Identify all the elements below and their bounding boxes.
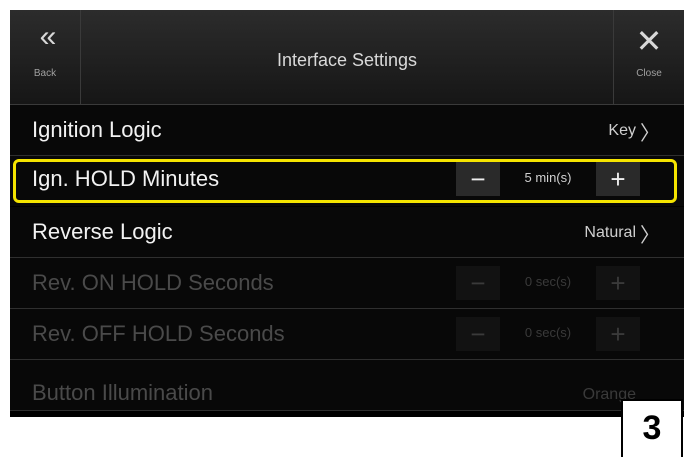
close-button[interactable]: ✕ Close xyxy=(613,10,684,104)
header-bar: « Back Interface Settings ✕ Close xyxy=(10,10,684,105)
setting-row-ign-hold-minutes: Ign. HOLD Minutes − 5 min(s) + xyxy=(10,156,684,207)
increment-button: + xyxy=(596,266,640,300)
setting-row-reverse-logic[interactable]: Reverse Logic Natural 〉 xyxy=(10,207,684,258)
decrement-button: − xyxy=(456,317,500,351)
setting-value: Key xyxy=(608,122,636,139)
setting-row-rev-on-hold-seconds: Rev. ON HOLD Seconds − 0 sec(s) + xyxy=(10,258,684,309)
step-number-badge: 3 xyxy=(621,399,683,457)
setting-value: Natural xyxy=(584,224,636,241)
close-label: Close xyxy=(636,68,662,79)
setting-label: Ignition Logic xyxy=(32,117,162,142)
stepper-value: 5 min(s) xyxy=(524,170,572,185)
setting-row-button-illumination[interactable]: Button Illumination Orange xyxy=(10,360,684,411)
close-icon: ✕ xyxy=(635,23,663,59)
setting-row-rev-off-hold-seconds: Rev. OFF HOLD Seconds − 0 sec(s) + xyxy=(10,309,684,360)
setting-row-ignition-logic[interactable]: Ignition Logic Key 〉 xyxy=(10,105,684,156)
decrement-button: − xyxy=(456,266,500,300)
setting-label: Rev. ON HOLD Seconds xyxy=(32,270,274,295)
increment-button[interactable]: + xyxy=(596,162,640,196)
chevron-right-icon: 〉 xyxy=(640,225,660,247)
back-chevron-icon: « xyxy=(39,20,57,53)
increment-button: + xyxy=(596,317,640,351)
back-button[interactable]: « Back xyxy=(10,10,81,104)
back-label: Back xyxy=(33,68,57,79)
chevron-right-icon: 〉 xyxy=(640,123,660,145)
setting-label: Reverse Logic xyxy=(32,219,173,244)
page-title: Interface Settings xyxy=(276,50,418,70)
stepper-value: 0 sec(s) xyxy=(524,325,572,340)
stepper-value: 0 sec(s) xyxy=(524,274,572,289)
head-unit-screen: « Back Interface Settings ✕ Close Igniti… xyxy=(10,10,684,417)
decrement-button[interactable]: − xyxy=(456,162,500,196)
setting-label: Ign. HOLD Minutes xyxy=(32,166,220,191)
setting-label: Button Illumination xyxy=(32,380,213,405)
setting-label: Rev. OFF HOLD Seconds xyxy=(32,321,285,346)
